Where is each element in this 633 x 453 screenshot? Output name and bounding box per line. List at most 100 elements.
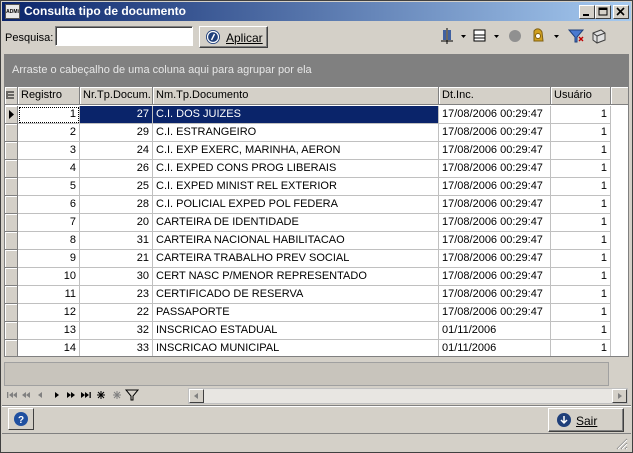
cell-registro[interactable]: 10	[18, 268, 80, 286]
cell-nr-tp-docum[interactable]: 23	[80, 286, 153, 304]
cell-dt-inc[interactable]: 17/08/2006 00:29:47	[439, 106, 551, 124]
table-row[interactable]: 3 24 C.I. EXP EXERC, MARINHA, AERON 17/08/2…	[5, 142, 628, 160]
cell-registro[interactable]: 9	[18, 250, 80, 268]
search-input[interactable]	[55, 26, 193, 46]
scroll-right-button[interactable]	[612, 389, 627, 403]
cell-usuario[interactable]: 1	[551, 106, 611, 124]
cell-nr-tp-docum[interactable]: 22	[80, 304, 153, 322]
export-icon[interactable]	[589, 27, 609, 45]
table-row[interactable]: 6 28 C.I. POLICIAL EXPED POL FEDERA 17/08/2…	[5, 196, 628, 214]
cell-nm-tp-documento[interactable]: C.I. EXPED MINIST REL EXTERIOR	[153, 178, 439, 196]
column-header-registro[interactable]: Registro	[18, 87, 80, 105]
exit-button[interactable]: Sair	[548, 408, 624, 432]
grid-options-button[interactable]	[5, 87, 18, 105]
cell-nr-tp-docum[interactable]: 31	[80, 232, 153, 250]
apply-button[interactable]: Aplicar	[199, 26, 268, 48]
cell-usuario[interactable]: 1	[551, 124, 611, 142]
cell-registro[interactable]: 3	[18, 142, 80, 160]
cell-dt-inc[interactable]: 01/11/2006	[439, 322, 551, 340]
table-row[interactable]: 4 26 C.I. EXPED CONS PROG LIBERAIS 17/08/20…	[5, 160, 628, 178]
cell-nm-tp-documento[interactable]: C.I. EXPED CONS PROG LIBERAIS	[153, 160, 439, 178]
column-header-nm-tp-documento[interactable]: Nm.Tp.Documento	[153, 87, 439, 105]
print-dropdown-icon[interactable]	[553, 27, 561, 45]
minimize-button[interactable]	[579, 5, 595, 19]
first-icon[interactable]	[7, 392, 17, 398]
cell-usuario[interactable]: 1	[551, 142, 611, 160]
cell-nm-tp-documento[interactable]: CERT NASC P/MENOR REPRESENTADO	[153, 268, 439, 286]
resize-grip-icon[interactable]	[614, 436, 628, 450]
close-button[interactable]	[613, 5, 629, 19]
column-header-usuario[interactable]: Usuário	[551, 87, 611, 105]
row-indicator[interactable]	[5, 106, 18, 124]
row-indicator[interactable]	[5, 304, 18, 322]
cell-usuario[interactable]: 1	[551, 268, 611, 286]
cell-nr-tp-docum[interactable]: 30	[80, 268, 153, 286]
data-grid[interactable]: Registro Nr.Tp.Docum. Nm.Tp.Documento Dt…	[4, 86, 629, 357]
row-indicator[interactable]	[5, 124, 18, 142]
row-indicator[interactable]	[5, 286, 18, 304]
table-row[interactable]: 11 23 CERTIFICADO DE RESERVA 17/08/2006 00:…	[5, 286, 628, 304]
last-icon[interactable]	[81, 392, 91, 398]
cell-nm-tp-documento[interactable]: PASSAPORTE	[153, 304, 439, 322]
table-row[interactable]: 9 21 CARTEIRA TRABALHO PREV SOCIAL 17/08/20…	[5, 250, 628, 268]
cell-nm-tp-documento[interactable]: C.I. EXP EXERC, MARINHA, AERON	[153, 142, 439, 160]
row-indicator[interactable]	[5, 142, 18, 160]
prev-icon[interactable]	[38, 392, 42, 398]
cell-dt-inc[interactable]: 17/08/2006 00:29:47	[439, 124, 551, 142]
cell-nr-tp-docum[interactable]: 29	[80, 124, 153, 142]
insert-icon[interactable]	[97, 391, 105, 399]
cell-dt-inc[interactable]: 17/08/2006 00:29:47	[439, 142, 551, 160]
cell-nr-tp-docum[interactable]: 27	[80, 106, 153, 124]
table-row[interactable]: 5 25 C.I. EXPED MINIST REL EXTERIOR 17/08/2…	[5, 178, 628, 196]
row-indicator[interactable]	[5, 178, 18, 196]
cell-registro[interactable]: 2	[18, 124, 80, 142]
cell-usuario[interactable]: 1	[551, 250, 611, 268]
cell-dt-inc[interactable]: 17/08/2006 00:29:47	[439, 286, 551, 304]
cell-dt-inc[interactable]: 17/08/2006 00:29:47	[439, 178, 551, 196]
row-indicator[interactable]	[5, 160, 18, 178]
layout-dropdown-icon[interactable]	[493, 27, 501, 45]
table-row[interactable]: 10 30 CERT NASC P/MENOR REPRESENTADO 17/08/…	[5, 268, 628, 286]
column-chooser-dropdown-icon[interactable]	[460, 27, 468, 45]
cell-dt-inc[interactable]: 01/11/2006	[439, 340, 551, 356]
maximize-button[interactable]	[595, 5, 611, 19]
cell-registro[interactable]: 11	[18, 286, 80, 304]
cell-nm-tp-documento[interactable]: C.I. DOS JUIZES	[153, 106, 439, 124]
title-bar[interactable]: ADMi Consulta tipo de documento	[2, 2, 631, 21]
row-indicator[interactable]	[5, 268, 18, 286]
help-button[interactable]: ?	[8, 408, 34, 430]
record-icon[interactable]	[505, 27, 525, 45]
scroll-left-button[interactable]	[189, 389, 204, 403]
cell-dt-inc[interactable]: 17/08/2006 00:29:47	[439, 250, 551, 268]
filter-icon[interactable]	[566, 27, 586, 45]
cell-nm-tp-documento[interactable]: CARTEIRA DE IDENTIDADE	[153, 214, 439, 232]
print-icon[interactable]	[528, 27, 550, 45]
table-row[interactable]: 14 33 INSCRICAO MUNICIPAL 01/11/2006 1	[5, 340, 628, 356]
cell-dt-inc[interactable]: 17/08/2006 00:29:47	[439, 214, 551, 232]
cell-usuario[interactable]: 1	[551, 304, 611, 322]
cell-nm-tp-documento[interactable]: CERTIFICADO DE RESERVA	[153, 286, 439, 304]
row-indicator[interactable]	[5, 214, 18, 232]
row-indicator[interactable]	[5, 196, 18, 214]
cell-nm-tp-documento[interactable]: INSCRICAO MUNICIPAL	[153, 340, 439, 356]
column-header-dt-inc[interactable]: Dt.Inc.	[439, 87, 551, 105]
cell-nr-tp-docum[interactable]: 21	[80, 250, 153, 268]
table-row[interactable]: 2 29 C.I. ESTRANGEIRO 17/08/2006 00:29:47 1	[5, 124, 628, 142]
cell-nr-tp-docum[interactable]: 28	[80, 196, 153, 214]
cell-registro[interactable]: 4	[18, 160, 80, 178]
cell-nr-tp-docum[interactable]: 20	[80, 214, 153, 232]
cell-registro[interactable]: 14	[18, 340, 80, 356]
next-page-icon[interactable]	[67, 392, 75, 398]
table-row[interactable]: 13 32 INSCRICAO ESTADUAL 01/11/2006 1	[5, 322, 628, 340]
row-indicator[interactable]	[5, 340, 18, 356]
row-indicator[interactable]	[5, 232, 18, 250]
prev-page-icon[interactable]	[22, 392, 30, 398]
table-row[interactable]: 12 22 PASSAPORTE 17/08/2006 00:29:47 1	[5, 304, 628, 322]
cell-usuario[interactable]: 1	[551, 286, 611, 304]
cell-usuario[interactable]: 1	[551, 340, 611, 356]
cell-usuario[interactable]: 1	[551, 178, 611, 196]
table-row[interactable]: 8 31 CARTEIRA NACIONAL HABILITACAO 17/08/20…	[5, 232, 628, 250]
cell-registro[interactable]: 8	[18, 232, 80, 250]
cell-usuario[interactable]: 1	[551, 196, 611, 214]
cell-registro[interactable]: 1	[18, 106, 80, 124]
